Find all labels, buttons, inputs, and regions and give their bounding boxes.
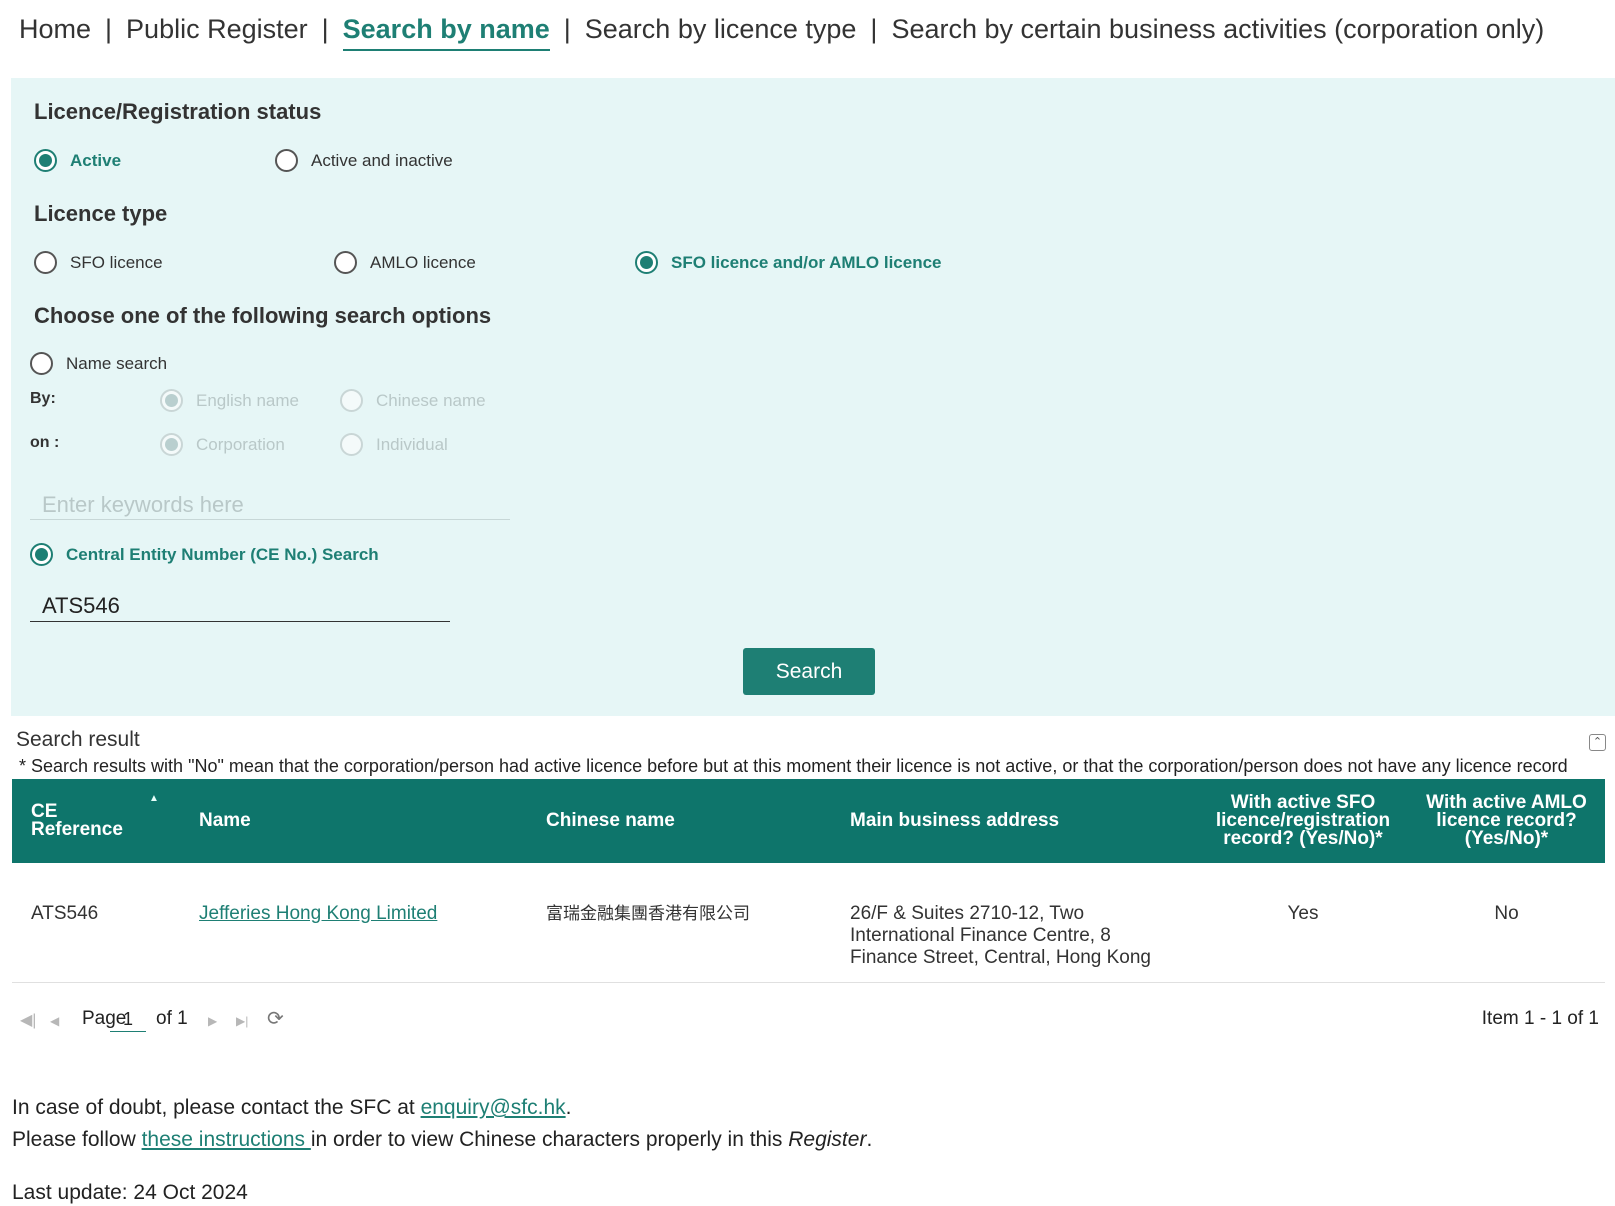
nav-public-register[interactable]: Public Register	[126, 14, 308, 45]
licence-type-heading: Licence type	[34, 201, 168, 226]
type-sfo-label: SFO licence	[70, 252, 163, 272]
type-amlo-label: AMLO licence	[370, 252, 476, 272]
on-corporation-label: Corporation	[196, 434, 285, 454]
next-page-icon[interactable]: ▶	[208, 1014, 217, 1028]
last-page-icon[interactable]: ▶|	[236, 1014, 248, 1028]
result-note: * Search results with "No" mean that the…	[19, 756, 1568, 776]
radio-circle	[160, 389, 183, 412]
instructions-link[interactable]: these instructions	[142, 1128, 311, 1151]
nav-search-by-activities[interactable]: Search by certain business activities (c…	[891, 14, 1544, 45]
by-chinese-radio[interactable]: Chinese name	[340, 389, 486, 412]
by-english-radio[interactable]: English name	[160, 389, 299, 412]
address-line1: 26/F & Suites 2710-12, Two	[850, 903, 1085, 924]
sfo-header-line3: record? (Yes/No)*	[1223, 828, 1383, 849]
follow-prefix: Please follow	[12, 1128, 142, 1151]
sort-ascending-icon: ▲	[149, 793, 159, 804]
nav-separator: |	[870, 13, 878, 44]
search-result-title: Search result	[16, 728, 140, 751]
first-page-icon[interactable]: ◀︎|	[20, 1010, 36, 1030]
on-label: on :	[30, 434, 60, 451]
radio-circle	[340, 389, 363, 412]
by-chinese-label: Chinese name	[376, 390, 486, 410]
column-header-address[interactable]: Main business address	[850, 779, 1150, 863]
type-both-label: SFO licence and/or AMLO licence	[671, 252, 942, 272]
column-header-ce-reference[interactable]: CE Reference	[31, 779, 181, 863]
nav-separator: |	[321, 13, 329, 44]
ce-search-radio[interactable]: Central Entity Number (CE No.) Search	[30, 543, 379, 566]
cell-ce-reference: ATS546	[31, 903, 99, 924]
column-header-name[interactable]: Name	[199, 779, 499, 863]
radio-circle	[334, 251, 357, 274]
ce-number-input[interactable]	[30, 591, 450, 622]
name-search-radio[interactable]: Name search	[30, 352, 167, 375]
radio-circle	[34, 251, 57, 274]
top-navigation: Home | Public Register | Search by name …	[19, 6, 1544, 52]
radio-circle	[340, 433, 363, 456]
search-button[interactable]: Search	[743, 648, 875, 695]
address-line3: Finance Street, Central, Hong Kong	[850, 947, 1152, 968]
status-active-radio[interactable]: Active	[34, 149, 121, 172]
nav-home[interactable]: Home	[19, 14, 91, 45]
column-header-chinese-name[interactable]: Chinese name	[546, 779, 806, 863]
item-count: Item 1 - 1 of 1	[1481, 1008, 1599, 1029]
status-heading: Licence/Registration status	[34, 99, 322, 124]
follow-suffix: .	[866, 1128, 873, 1151]
type-both-radio[interactable]: SFO licence and/or AMLO licence	[635, 251, 942, 274]
nav-separator: |	[563, 13, 571, 44]
by-label: By:	[30, 390, 56, 407]
prev-page-icon[interactable]: ◀	[50, 1014, 59, 1028]
cell-address: 26/F & Suites 2710-12, Two International…	[850, 903, 1190, 969]
table-row: ATS546 Jefferies Hong Kong Limited 富瑞金融集…	[12, 863, 1605, 983]
amlo-header-line3: (Yes/No)*	[1464, 828, 1549, 849]
cell-chinese-name: 富瑞金融集團香港有限公司	[546, 904, 750, 924]
name-search-label: Name search	[66, 353, 168, 373]
last-update: Last update: 24 Oct 2024	[12, 1181, 248, 1204]
collapse-icon[interactable]: ⌃	[1589, 734, 1606, 751]
type-amlo-radio[interactable]: AMLO licence	[334, 251, 476, 274]
radio-circle	[30, 352, 53, 375]
radio-circle	[635, 251, 658, 274]
keyword-input[interactable]	[30, 490, 510, 520]
instructions-line: Please follow these instructions in orde…	[12, 1128, 872, 1152]
follow-middle: in order to view Chinese characters prop…	[310, 1128, 789, 1151]
email-link[interactable]: enquiry@sfc.hk	[421, 1096, 566, 1119]
contact-line: In case of doubt, please contact the SFC…	[12, 1096, 571, 1120]
page-number-input[interactable]	[110, 1007, 146, 1032]
radio-circle	[275, 149, 298, 172]
register-word: Register	[788, 1128, 867, 1151]
cell-sfo: Yes	[1287, 903, 1319, 924]
radio-circle	[30, 543, 53, 566]
status-active-inactive-radio[interactable]: Active and inactive	[275, 149, 453, 172]
column-header-sfo[interactable]: With active SFO licence/registration rec…	[1198, 779, 1408, 863]
results-grid: CE Reference ▲ Name Chinese name Main bu…	[12, 779, 1605, 983]
radio-circle	[160, 433, 183, 456]
by-english-label: English name	[196, 390, 300, 410]
radio-circle	[34, 149, 57, 172]
page-of-label: of 1	[156, 1008, 188, 1029]
grid-header: CE Reference ▲ Name Chinese name Main bu…	[12, 779, 1605, 863]
status-active-inactive-label: Active and inactive	[311, 150, 453, 170]
company-name-link[interactable]: Jefferies Hong Kong Limited	[199, 903, 437, 924]
nav-separator: |	[105, 13, 113, 44]
address-line2: International Finance Centre, 8	[850, 925, 1111, 946]
refresh-icon[interactable]: ⟳	[267, 1006, 284, 1031]
nav-search-by-name[interactable]: Search by name	[342, 14, 550, 51]
ce-header-line2: Reference	[31, 819, 123, 840]
search-options-heading: Choose one of the following search optio…	[34, 303, 492, 328]
on-individual-radio[interactable]: Individual	[340, 433, 448, 456]
on-individual-label: Individual	[376, 434, 448, 454]
nav-search-by-licence-type[interactable]: Search by licence type	[585, 14, 857, 45]
contact-prefix: In case of doubt, please contact the SFC…	[12, 1096, 421, 1119]
type-sfo-radio[interactable]: SFO licence	[34, 251, 163, 274]
column-header-amlo[interactable]: With active AMLO licence record? (Yes/No…	[1408, 779, 1605, 863]
cell-amlo: No	[1494, 903, 1519, 924]
contact-suffix: .	[565, 1096, 572, 1119]
ce-search-label: Central Entity Number (CE No.) Search	[66, 544, 379, 564]
status-active-label: Active	[70, 150, 122, 170]
on-corporation-radio[interactable]: Corporation	[160, 433, 285, 456]
